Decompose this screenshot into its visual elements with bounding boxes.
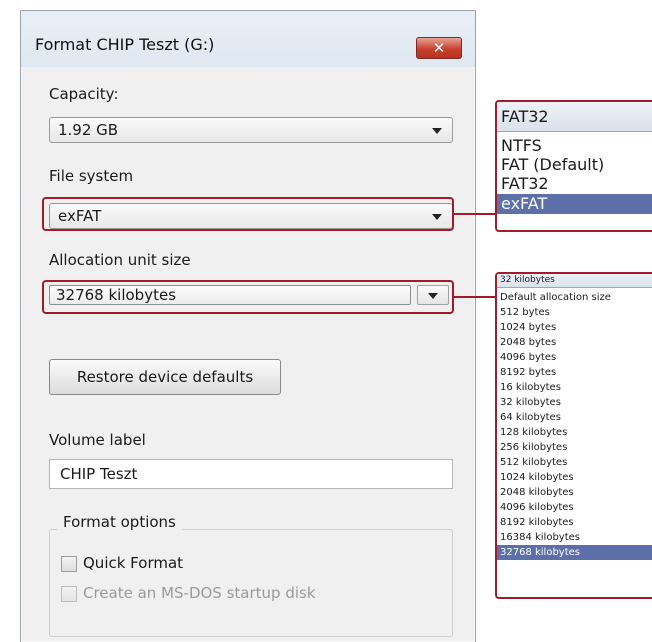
allocation-option[interactable]: 256 kilobytes (497, 440, 652, 455)
allocation-option[interactable]: 16384 kilobytes (497, 530, 652, 545)
allocation-option[interactable]: 8192 bytes (497, 365, 652, 380)
allocation-option[interactable]: 2048 bytes (497, 335, 652, 350)
allocation-option[interactable]: 4096 kilobytes (497, 500, 652, 515)
allocation-option[interactable]: 32 kilobytes (497, 395, 652, 410)
filesystem-label: File system (49, 167, 134, 185)
allocation-callout-line (454, 296, 496, 298)
allocation-option[interactable]: 2048 kilobytes (497, 485, 652, 500)
allocation-option[interactable]: 512 kilobytes (497, 455, 652, 470)
capacity-value: 1.92 GB (58, 121, 119, 139)
filesystem-dropdown-panel: FAT32 NTFS FAT (Default) FAT32 exFAT (495, 100, 652, 232)
chevron-down-icon (432, 128, 442, 134)
filesystem-option[interactable]: FAT (Default) (501, 155, 604, 174)
allocation-options-list: Default allocation size 512 bytes 1024 byt… (497, 290, 652, 560)
allocation-option[interactable]: 512 bytes (497, 305, 652, 320)
msdos-startup-checkbox[interactable] (61, 586, 77, 602)
quick-format-label: Quick Format (83, 554, 184, 572)
capacity-label: Capacity: (49, 85, 119, 103)
filesystem-highlight (42, 197, 454, 231)
volume-label: Volume label (49, 431, 146, 449)
allocation-option[interactable]: 4096 bytes (497, 350, 652, 365)
allocation-highlight (42, 280, 454, 314)
filesystem-option-selected[interactable]: exFAT (497, 194, 652, 214)
close-icon: ✕ (432, 39, 446, 57)
restore-defaults-button[interactable]: Restore device defaults (49, 359, 281, 395)
allocation-label: Allocation unit size (49, 251, 191, 269)
filesystem-option[interactable]: NTFS (501, 136, 542, 155)
msdos-startup-label: Create an MS-DOS startup disk (83, 584, 316, 602)
allocation-option[interactable]: 64 kilobytes (497, 410, 652, 425)
format-dialog: Format CHIP Teszt (G:) ✕ Capacity: 1.92 … (20, 10, 476, 642)
allocation-option-selected[interactable]: 32768 kilobytes (497, 545, 652, 560)
filesystem-callout-line (454, 213, 496, 215)
allocation-dropdown-panel: 32 kilobytes Default allocation size 512 … (495, 272, 652, 599)
allocation-option[interactable]: 8192 kilobytes (497, 515, 652, 530)
allocation-option[interactable]: 1024 bytes (497, 320, 652, 335)
format-options-label: Format options (57, 513, 182, 531)
filesystem-option[interactable]: FAT32 (501, 174, 549, 193)
allocation-option[interactable]: 1024 kilobytes (497, 470, 652, 485)
format-options-group (49, 529, 453, 637)
allocation-dropdown-current[interactable]: 32 kilobytes (497, 274, 652, 288)
dialog-title: Format CHIP Teszt (G:) (35, 35, 215, 54)
capacity-select[interactable]: 1.92 GB (49, 117, 453, 143)
volume-label-input[interactable]: CHIP Teszt (49, 459, 453, 489)
volume-label-value: CHIP Teszt (60, 465, 138, 483)
allocation-option[interactable]: Default allocation size (497, 290, 652, 305)
allocation-option[interactable]: 16 kilobytes (497, 380, 652, 395)
allocation-option[interactable]: 128 kilobytes (497, 425, 652, 440)
filesystem-dropdown-current[interactable]: FAT32 (497, 102, 652, 132)
close-button[interactable]: ✕ (416, 37, 462, 59)
quick-format-checkbox[interactable] (61, 556, 77, 572)
title-bar: Format CHIP Teszt (G:) ✕ (21, 11, 475, 67)
